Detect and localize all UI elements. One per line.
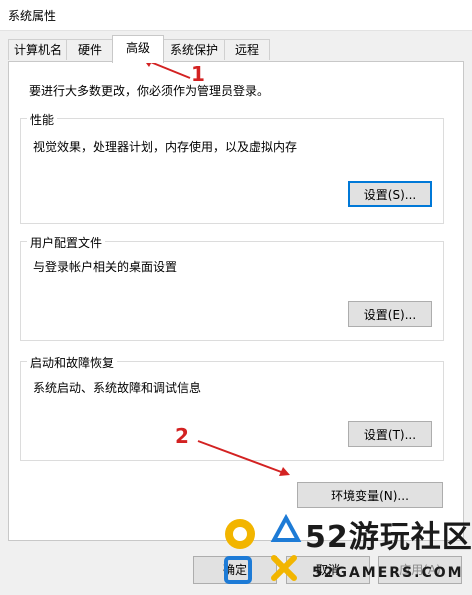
annotation-label-2: 2 [175, 424, 189, 448]
tab-advanced[interactable]: 高级 [112, 35, 164, 63]
watermark-title: 52游玩社区 [305, 520, 472, 555]
annotation-label-1: 1 [191, 62, 205, 86]
watermark-url: 52GAMERS.COM [312, 565, 464, 581]
arrow-1-line [147, 60, 191, 79]
arrow-2-line [197, 440, 285, 474]
annotation-arrows [143, 58, 290, 476]
